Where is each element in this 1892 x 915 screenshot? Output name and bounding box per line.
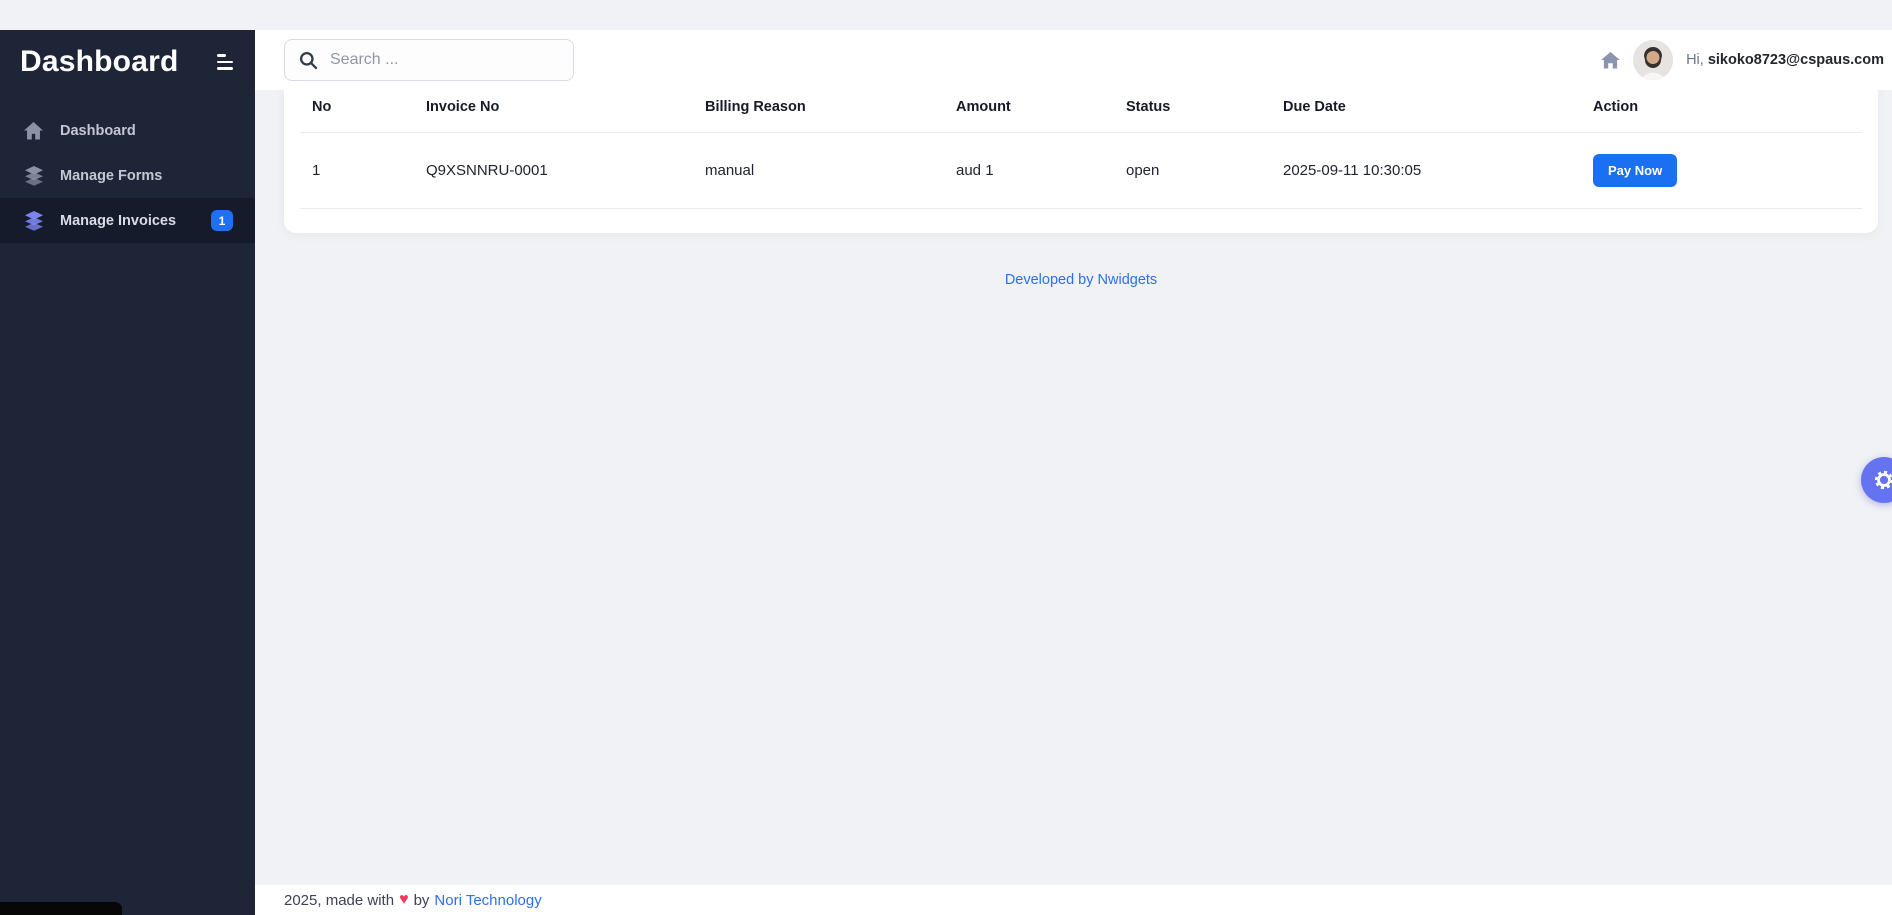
sidebar-toggle-icon[interactable] [217, 50, 233, 74]
footer-company-link[interactable]: Nori Technology [434, 892, 541, 909]
invoice-count-badge: 1 [211, 210, 233, 231]
cell-invoice-no: Q9XSNNRU-0001 [414, 133, 693, 209]
sidebar-item-manage-invoices[interactable]: Manage Invoices 1 [0, 198, 255, 243]
table-row: 1 Q9XSNNRU-0001 manual aud 1 open 2025-0… [300, 133, 1862, 209]
home-icon [24, 121, 46, 141]
toggle-bar [217, 67, 233, 70]
cell-billing-reason: manual [693, 133, 944, 209]
layers-icon [24, 211, 46, 231]
sidebar-item-dashboard[interactable]: Dashboard [0, 108, 255, 153]
sidebar-item-label: Manage Forms [60, 168, 162, 184]
home-icon[interactable] [1601, 52, 1620, 69]
sidebar-item-label: Dashboard [60, 123, 136, 139]
user-email: sikoko8723@cspaus.com [1708, 52, 1884, 68]
footer: 2025, made with ♥ by Nori Technology [255, 885, 1892, 915]
settings-fab[interactable] [1861, 457, 1892, 503]
developed-by: Developed by Nwidgets [284, 272, 1878, 288]
cell-due-date: 2025-09-11 10:30:05 [1271, 133, 1581, 209]
developed-by-link[interactable]: Developed by Nwidgets [1005, 272, 1157, 288]
avatar[interactable] [1633, 40, 1673, 80]
invoices-table: No Invoice No Billing Reason Amount Stat… [300, 74, 1862, 209]
sidebar: Dashboard Dashboard Manage Forms [0, 30, 255, 915]
toggle-bar [217, 54, 226, 57]
footer-text-by: by [414, 892, 430, 909]
search-input[interactable] [330, 51, 559, 69]
cell-status: open [1114, 133, 1271, 209]
cell-action: Pay Now [1581, 133, 1862, 209]
toggle-bar [217, 61, 233, 64]
footer-text: 2025, made with [284, 892, 394, 909]
sidebar-nav: Dashboard Manage Forms Manage Invoic [0, 108, 255, 243]
sidebar-item-manage-forms[interactable]: Manage Forms [0, 153, 255, 198]
search-icon [299, 51, 318, 70]
invoices-table-card: No Invoice No Billing Reason Amount Stat… [284, 74, 1878, 233]
brand-title: Dashboard [20, 45, 179, 79]
pay-now-button[interactable]: Pay Now [1593, 154, 1677, 187]
topbar: Hi, sikoko8723@cspaus.com [255, 30, 1892, 90]
topbar-right: Hi, sikoko8723@cspaus.com [1601, 40, 1884, 80]
gear-icon [1873, 469, 1892, 491]
cell-no: 1 [300, 133, 414, 209]
sidebar-header: Dashboard [0, 30, 255, 88]
browser-status-bubble [0, 902, 122, 915]
sidebar-item-label: Manage Invoices [60, 213, 176, 229]
search-box[interactable] [284, 39, 574, 81]
greeting-prefix: Hi, [1686, 52, 1704, 68]
user-greeting[interactable]: Hi, sikoko8723@cspaus.com [1686, 52, 1884, 68]
cell-amount: aud 1 [944, 133, 1114, 209]
heart-icon: ♥ [399, 892, 409, 908]
layers-icon [24, 166, 46, 186]
